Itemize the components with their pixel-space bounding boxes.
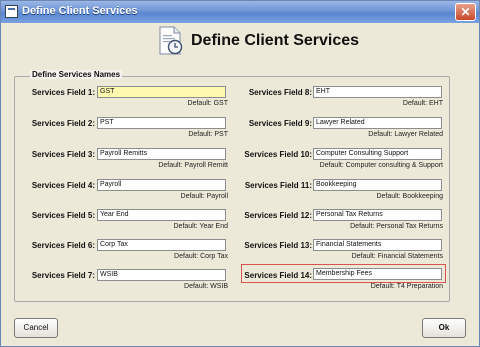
field-3-label: Services Field 3: — [31, 150, 95, 159]
field-5-label: Services Field 5: — [31, 211, 95, 220]
field-11-label: Services Field 11: — [244, 181, 312, 190]
field-8-label: Services Field 8: — [248, 88, 312, 97]
field-11-input[interactable]: Bookkeeping — [313, 179, 442, 191]
field-4-label: Services Field 4: — [31, 181, 95, 190]
field-14-label: Services Field 14: — [244, 271, 312, 280]
window-title: Define Client Services — [22, 5, 138, 17]
field-2-label: Services Field 2: — [31, 119, 95, 128]
field-6-label: Services Field 6: — [31, 241, 95, 250]
field-3-default: Default: Payroll Remitt — [158, 162, 228, 169]
field-4-default: Default: Payroll — [180, 193, 228, 200]
field-2-default: Default: PST — [188, 131, 228, 138]
field-14-default: Default: T4 Preparation — [370, 283, 443, 290]
field-7-label: Services Field 7: — [31, 271, 95, 280]
field-5-default: Default: Year End — [173, 223, 229, 230]
field-8-default: Default: EHT — [402, 100, 443, 107]
field-1-default: Default: GST — [187, 100, 228, 107]
field-7-default: Default: WSIB — [184, 283, 228, 290]
field-9-default: Default: Lawyer Related — [368, 131, 443, 138]
field-9-input[interactable]: Lawyer Related — [313, 117, 442, 129]
page-title: Define Client Services — [191, 32, 360, 49]
field-6-default: Default: Corp Tax — [174, 253, 228, 260]
field-12-input[interactable]: Personal Tax Returns — [313, 209, 442, 221]
group-label: Define Services Names — [30, 70, 123, 79]
app-window-icon — [5, 5, 18, 18]
field-8-input[interactable]: EHT — [313, 86, 442, 98]
field-14-input[interactable]: Membership Fees — [313, 268, 442, 280]
field-6-input[interactable]: Corp Tax — [97, 239, 226, 251]
cancel-button[interactable]: Cancel — [14, 318, 58, 338]
field-11-default: Default: Bookkeeping — [376, 193, 443, 200]
field-5-input[interactable]: Year End — [97, 209, 226, 221]
field-13-label: Services Field 13: — [244, 241, 312, 250]
field-10-default: Default: Computer consulting & Support — [319, 162, 443, 169]
field-1-input[interactable]: GST — [97, 86, 226, 98]
field-12-label: Services Field 12: — [244, 211, 312, 220]
field-12-default: Default: Personal Tax Returns — [350, 223, 443, 230]
title-bar[interactable]: Define Client Services ✕ — [1, 1, 479, 23]
field-7-input[interactable]: WSIB — [97, 269, 226, 281]
field-4-input[interactable]: Payroll — [97, 179, 226, 191]
field-9-label: Services Field 9: — [248, 119, 312, 128]
field-3-input[interactable]: Payroll Remitts — [97, 148, 226, 160]
field-10-label: Services Field 10: — [244, 150, 312, 159]
field-1-label: Services Field 1: — [31, 88, 95, 97]
close-button[interactable]: ✕ — [455, 3, 476, 21]
field-13-default: Default: Financial Statements — [351, 253, 443, 260]
document-clock-icon — [159, 26, 183, 55]
field-2-input[interactable]: PST — [97, 117, 226, 129]
field-13-input[interactable]: Financial Statements — [313, 239, 442, 251]
field-10-input[interactable]: Computer Consulting Support — [313, 148, 442, 160]
ok-button[interactable]: Ok — [422, 318, 466, 338]
